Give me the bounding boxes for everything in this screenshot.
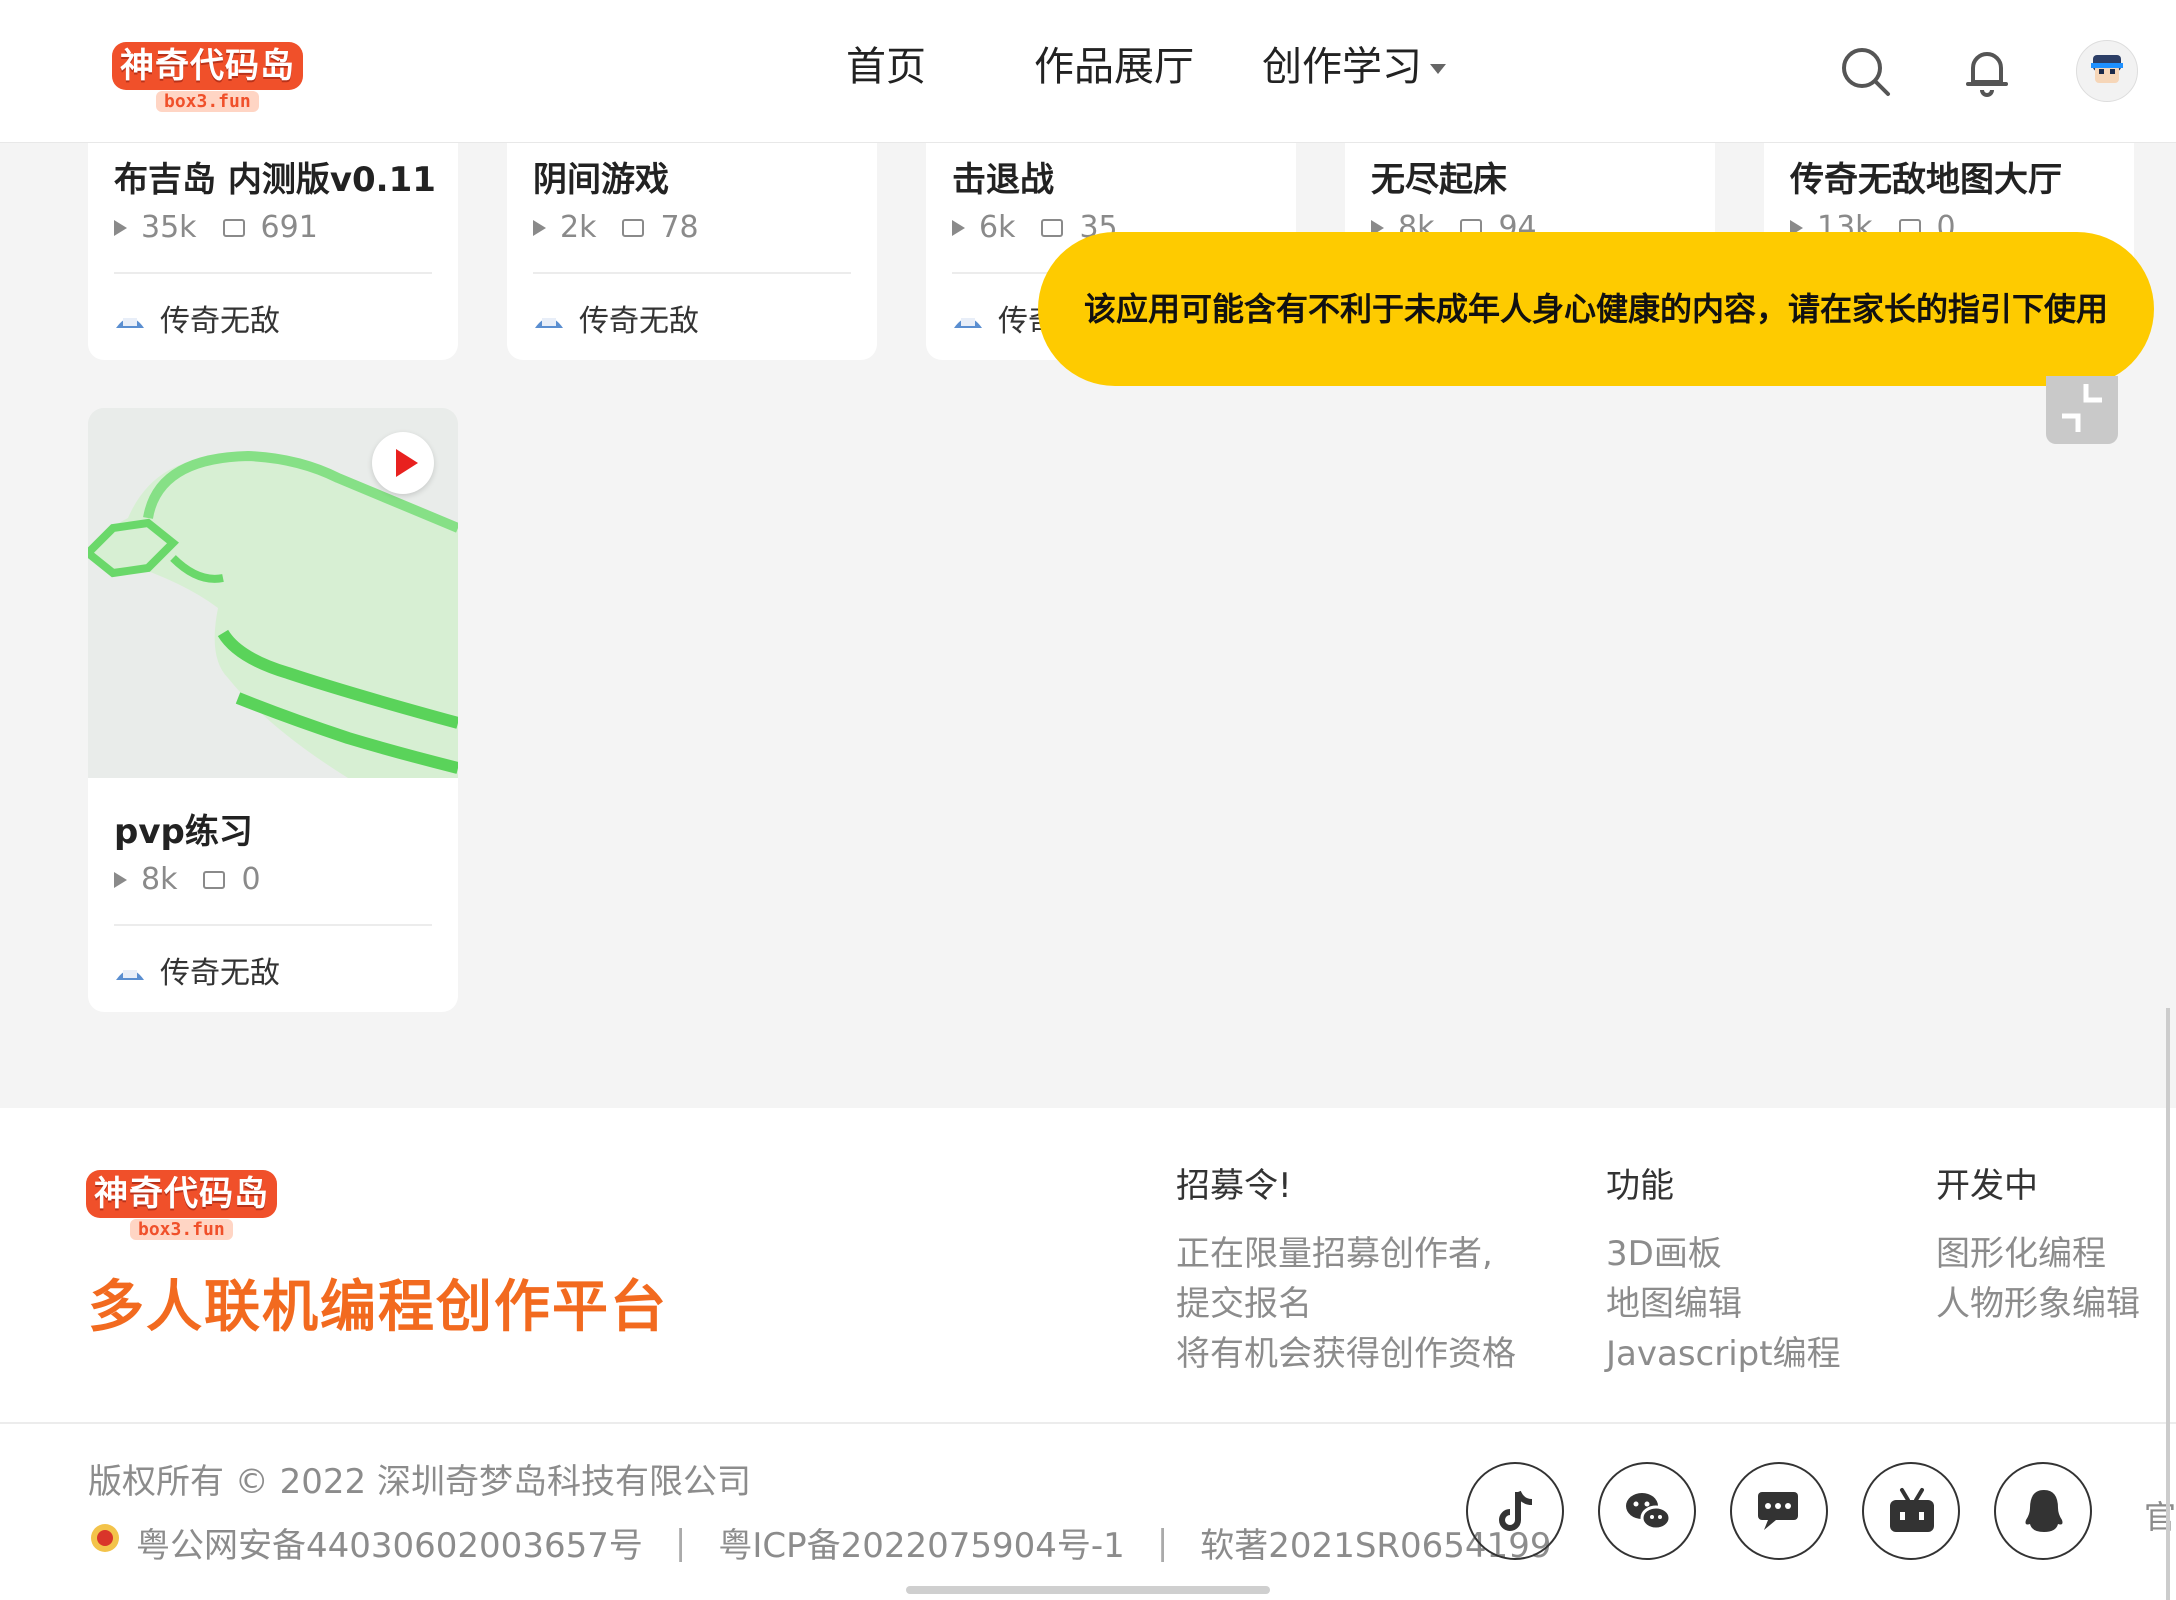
feature-link[interactable]: Javascript编程: [1606, 1326, 1841, 1375]
play-count-icon: [114, 219, 127, 236]
play-count-icon: [952, 219, 965, 236]
home-indicator[interactable]: [906, 1586, 1270, 1594]
nav-learn[interactable]: 创作学习: [1262, 34, 1446, 92]
logo-subtext: box3.fun: [156, 91, 259, 112]
play-count-icon: [114, 871, 127, 888]
comment-count: 78: [660, 210, 699, 245]
card-title: 击退战: [952, 160, 1054, 200]
forum-chat-icon[interactable]: [1730, 1462, 1828, 1560]
author-avatar-icon: [114, 957, 146, 983]
comment-icon: [222, 218, 245, 237]
card-divider: [114, 924, 432, 926]
legal-separator: |: [674, 1522, 687, 1563]
bilibili-icon[interactable]: [1862, 1462, 1960, 1560]
icp-record[interactable]: 粤ICP备2022075904号-1: [718, 1518, 1125, 1567]
developing-link[interactable]: 人物形象编辑: [1936, 1276, 2140, 1325]
search-icon[interactable]: [1838, 44, 1892, 98]
comment-count: 691: [260, 210, 318, 245]
author-avatar-icon: [952, 305, 984, 331]
recruit-heading: 招募令!: [1176, 1166, 1292, 1206]
card-author[interactable]: 传奇无敌: [533, 296, 699, 340]
author-name: 传奇无敌: [160, 304, 280, 339]
card-title: 阴间游戏: [533, 160, 669, 200]
bell-icon[interactable]: [1960, 44, 2014, 98]
play-count-icon: [533, 219, 546, 236]
legal-separator: |: [1156, 1522, 1169, 1563]
chevron-down-icon: [1430, 64, 1446, 74]
comment-icon: [203, 870, 226, 889]
logo-subtext: box3.fun: [130, 1219, 233, 1240]
card-thumbnail: [88, 408, 458, 778]
author-name: 传奇无敌: [160, 956, 280, 991]
recruit-line: 将有机会获得创作资格: [1176, 1334, 1516, 1374]
comment-count: 0: [241, 862, 261, 897]
play-count: 6k: [979, 210, 1016, 245]
card-stats: 2k 78: [533, 210, 699, 245]
scrollbar[interactable]: [2166, 1008, 2170, 1600]
comment-icon: [622, 218, 645, 237]
card-title: pvp练习: [114, 812, 253, 852]
minor-content-warning: 该应用可能含有不利于未成年人身心健康的内容，请在家长的指引下使用: [1038, 232, 2154, 386]
logo-text: 神奇代码岛: [112, 42, 303, 90]
card-stats: 35k 691: [114, 210, 318, 245]
features-heading: 功能: [1606, 1166, 1674, 1206]
card-stats: 8k 0: [114, 862, 261, 897]
feature-link[interactable]: 3D画板: [1606, 1226, 1722, 1275]
feature-link[interactable]: 地图编辑: [1606, 1276, 1742, 1325]
collapse-icon[interactable]: [2046, 376, 2118, 444]
wechat-icon[interactable]: [1598, 1462, 1696, 1560]
avatar[interactable]: [2076, 40, 2138, 102]
recruit-line: 正在限量招募创作者,: [1176, 1234, 1493, 1274]
play-count: 8k: [141, 862, 178, 897]
play-count: 35k: [141, 210, 197, 245]
nav-home[interactable]: 首页: [846, 34, 926, 92]
card-title: 无尽起床: [1371, 160, 1507, 200]
police-record-text: 粤公网安备44030602003657号: [136, 1526, 643, 1566]
author-avatar-icon: [114, 305, 146, 331]
game-card[interactable]: pvp练习 8k 0 传奇无敌: [88, 408, 458, 1012]
author-avatar-icon: [533, 305, 565, 331]
logo-text: 神奇代码岛: [86, 1170, 277, 1218]
card-title: 传奇无敌地图大厅: [1790, 160, 2062, 200]
card-author[interactable]: 传奇无敌: [114, 296, 280, 340]
footer-divider: [0, 1422, 2176, 1424]
card-author[interactable]: 传奇无敌: [114, 948, 280, 992]
author-name: 传奇无敌: [579, 304, 699, 339]
play-video-icon[interactable]: [372, 432, 434, 494]
copyright-text: 版权所有 © 2022 深圳奇梦岛科技有限公司: [88, 1462, 751, 1502]
comment-icon: [1041, 218, 1064, 237]
police-badge-icon: [88, 1521, 122, 1564]
card-title: 布吉岛 内测版v0.11: [114, 160, 436, 200]
developing-heading: 开发中: [1936, 1166, 2038, 1206]
footer-logo: 神奇代码岛 box3.fun: [86, 1170, 277, 1240]
site-logo[interactable]: 神奇代码岛 box3.fun: [112, 42, 303, 112]
tiktok-icon[interactable]: [1466, 1462, 1564, 1560]
card-divider: [114, 272, 432, 274]
card-divider: [533, 272, 851, 274]
nav-learn-label: 创作学习: [1262, 44, 1422, 90]
official-partial-text: 官: [2144, 1498, 2176, 1536]
play-count: 2k: [560, 210, 597, 245]
site-footer: 神奇代码岛 box3.fun 多人联机编程创作平台 招募令! 正在限量招募创作者…: [0, 1108, 2176, 1600]
top-nav-bar: 神奇代码岛 box3.fun 首页 作品展厅 创作学习: [0, 0, 2176, 143]
platform-slogan: 多人联机编程创作平台: [88, 1275, 668, 1340]
developing-link[interactable]: 图形化编程: [1936, 1226, 2106, 1275]
recruit-signup-link[interactable]: 提交报名: [1176, 1276, 1312, 1325]
nav-gallery[interactable]: 作品展厅: [1034, 34, 1194, 92]
police-record[interactable]: 粤公网安备44030602003657号 | 粤ICP备2022075904号-…: [88, 1518, 1551, 1567]
qq-icon[interactable]: [1994, 1462, 2092, 1560]
